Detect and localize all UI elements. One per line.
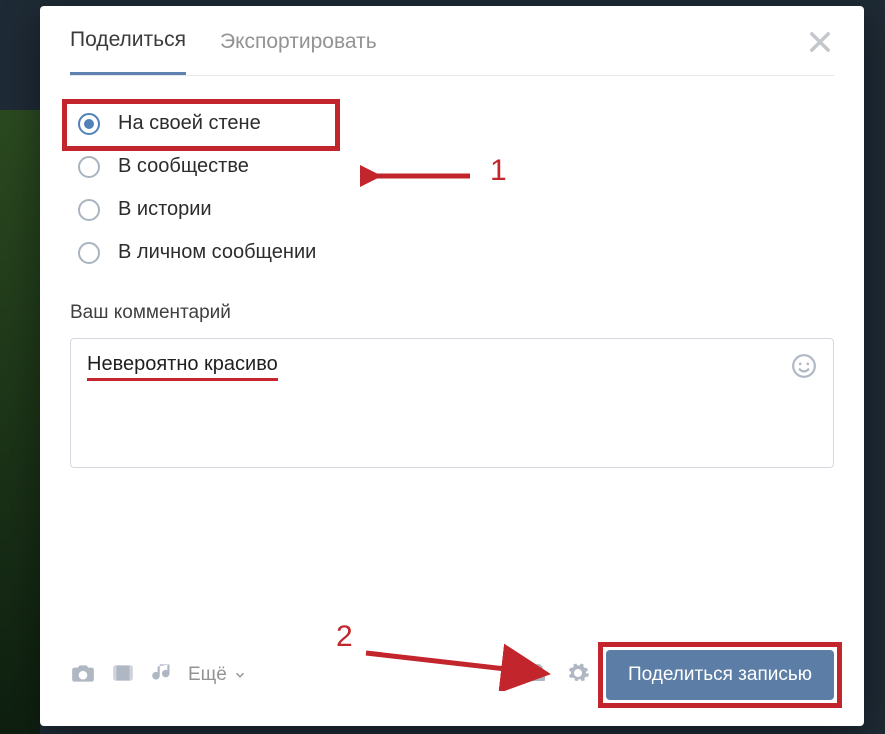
radio-label: На своей стене [118,112,261,135]
radio-indicator [78,242,100,264]
radio-label: В сообществе [118,155,249,178]
video-icon [110,660,136,686]
radio-private-message[interactable]: В личном сообщении [70,231,834,274]
tab-share[interactable]: Поделиться [70,28,186,75]
camera-icon [70,660,96,686]
lock-icon [526,661,550,685]
background-image-strip [0,110,40,734]
annotation-underline [87,378,278,381]
smile-icon [791,353,817,379]
comment-label: Ваш комментарий [70,302,834,324]
attach-photo-button[interactable] [70,660,96,691]
chevron-down-icon [233,668,247,682]
radio-indicator [78,199,100,221]
attach-audio-button[interactable] [150,660,176,691]
modal-footer: Ещё Поделиться записью [70,650,834,700]
annotation-number-2: 2 [336,620,353,654]
comment-text: Невероятно красиво [87,353,278,381]
tab-export[interactable]: Экспортировать [220,30,377,74]
radio-indicator [78,113,100,135]
radio-community[interactable]: В сообществе [70,145,834,188]
emoji-button[interactable] [791,353,817,384]
attach-video-button[interactable] [110,660,136,691]
share-button-wrapper: Поделиться записью [606,650,834,700]
close-icon [806,28,834,56]
more-attachments-button[interactable]: Ещё [188,664,247,686]
comment-input[interactable]: Невероятно красиво [70,338,834,468]
modal-header: Поделиться Экспортировать [40,6,864,75]
comment-text-value: Невероятно красиво [87,353,278,375]
privacy-button[interactable] [526,661,550,690]
radio-label: В личном сообщении [118,241,316,264]
close-button[interactable] [806,28,834,61]
radio-indicator [78,156,100,178]
share-modal: Поделиться Экспортировать На своей стене… [40,6,864,726]
radio-label: В истории [118,198,212,221]
share-target-radio-group: На своей стене В сообществе В истории В … [70,102,834,274]
radio-own-wall[interactable]: На своей стене [70,102,834,145]
settings-button[interactable] [566,661,590,690]
modal-content: На своей стене В сообществе В истории В … [40,76,864,468]
radio-story[interactable]: В истории [70,188,834,231]
music-icon [150,660,176,686]
more-label: Ещё [188,664,227,686]
share-post-button[interactable]: Поделиться записью [606,650,834,700]
attachment-icons [70,660,176,691]
gear-icon [566,661,590,685]
